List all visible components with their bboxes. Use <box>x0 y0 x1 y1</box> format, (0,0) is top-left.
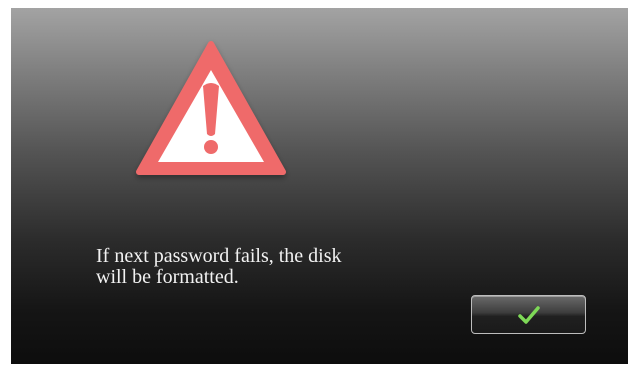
confirm-button[interactable] <box>471 295 586 334</box>
warning-dialog: If next password fails, the disk will be… <box>11 8 628 364</box>
warning-message: If next password fails, the disk will be… <box>96 245 342 288</box>
warning-triangle-icon <box>131 38 291 188</box>
checkmark-icon <box>517 305 541 325</box>
